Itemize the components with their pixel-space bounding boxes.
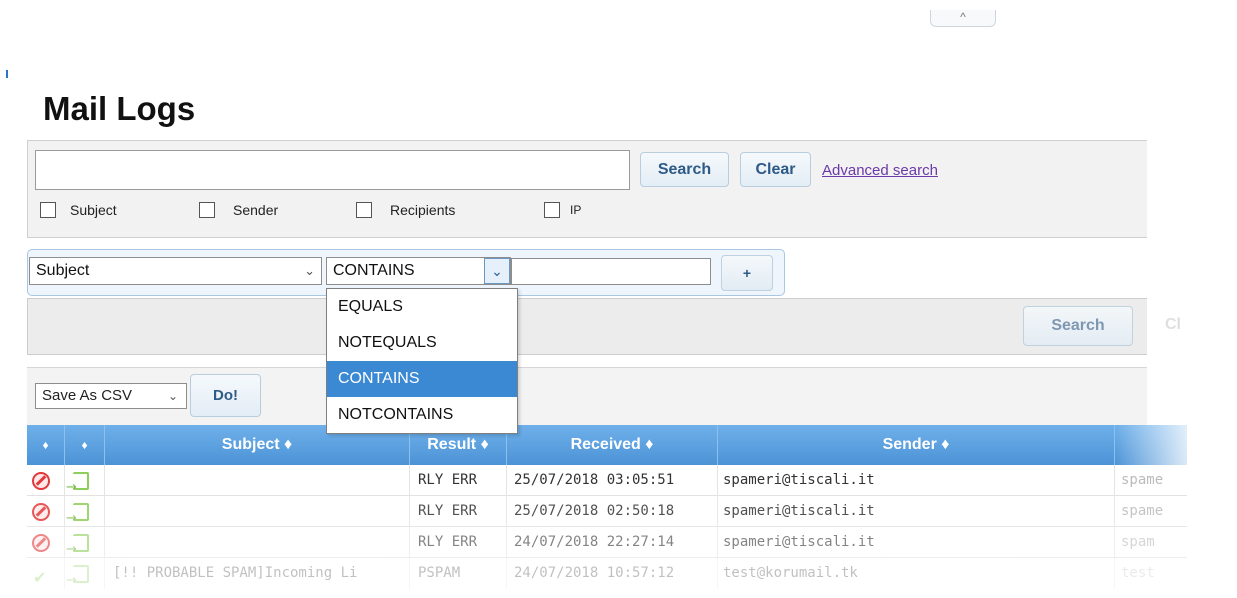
table-row[interactable]: RLY ERR 24/07/2018 22:27:14 spameri@tisc… [27,527,1187,558]
status-cell [27,465,65,496]
subject-cell: [!! PROBABLE SPAM]Incoming Li [105,558,410,589]
sender-cell: test@korumail.tk [718,558,1115,589]
checkbox-recipients-box[interactable] [356,202,372,218]
block-icon [32,534,50,552]
direction-cell [65,465,105,496]
recipient-cell: spame [1121,503,1164,519]
recipient-cell: spam [1121,534,1155,550]
dropdown-option-notcontains[interactable]: NOTCONTAINS [327,397,517,433]
subject-cell [105,465,410,496]
filter-operator-value: CONTAINS [333,262,415,279]
subject-cell [105,496,410,527]
collapse-panel-tab[interactable]: ^ [930,10,996,27]
incoming-icon [66,565,89,589]
column-header-direction[interactable]: ♦ [65,425,105,465]
checkbox-recipients[interactable]: Recipients [356,200,455,220]
advanced-clear-button[interactable]: Cl [1165,316,1181,334]
direction-cell [65,527,105,558]
mail-log-table: ♦ ♦ Subject ♦ Result ♦ Received ♦ Sender… [27,425,1187,589]
checkbox-sender-box[interactable] [199,202,215,218]
add-filter-button[interactable]: + [721,255,773,291]
check-icon: ✔ [33,568,47,587]
table-row[interactable]: ✔ [!! PROBABLE SPAM]Incoming Li PSPAM 24… [27,558,1187,589]
checkbox-ip-label: IP [570,203,582,217]
incoming-icon [66,503,89,527]
checkbox-sender[interactable]: Sender [199,200,278,220]
direction-cell [65,496,105,527]
column-header-received[interactable]: Received ♦ [507,425,718,465]
sender-cell: spameri@tiscali.it [718,527,1115,558]
filter-field-value: Subject [36,262,90,279]
advanced-search-button[interactable]: Search [1023,306,1133,346]
recipient-cell: spame [1121,472,1164,488]
dropdown-option-equals[interactable]: EQUALS [327,289,517,325]
table-header: ♦ ♦ Subject ♦ Result ♦ Received ♦ Sender… [27,425,1187,465]
export-format-select[interactable]: Save As CSV ⌄ [35,383,187,409]
checkbox-recipients-label: Recipients [390,202,456,218]
direction-cell [65,558,105,589]
recipient-cell: test [1121,565,1155,581]
checkbox-ip[interactable]: IP [544,200,581,220]
dropdown-option-notequals[interactable]: NOTEQUALS [327,325,517,361]
received-cell: 25/07/2018 03:05:51 [507,465,718,496]
received-cell: 25/07/2018 02:50:18 [507,496,718,527]
filter-field-select[interactable]: Subject ⌄ [29,257,322,285]
advanced-search-link[interactable]: Advanced search [822,162,938,179]
column-header-status[interactable]: ♦ [27,425,65,465]
sender-cell: spameri@tiscali.it [718,496,1115,527]
result-cell: PSPAM [410,558,507,589]
block-icon [32,503,50,521]
table-row[interactable]: RLY ERR 25/07/2018 03:05:51 spameri@tisc… [27,465,1187,496]
block-icon [32,472,50,490]
export-format-value: Save As CSV [42,387,133,404]
advanced-search-panel [27,298,1147,355]
status-cell: ✔ [27,558,65,589]
incoming-icon [66,472,89,496]
page-edge-marker [6,70,8,78]
chevron-down-icon: ⌄ [167,389,178,403]
clear-button[interactable]: Clear [740,152,811,187]
dropdown-option-contains[interactable]: CONTAINS [327,361,517,397]
result-cell: RLY ERR [410,465,507,496]
checkbox-subject-box[interactable] [40,202,56,218]
received-cell: 24/07/2018 10:57:12 [507,558,718,589]
checkbox-subject-label: Subject [70,202,117,218]
filter-value-input[interactable] [511,258,711,285]
page-title: Mail Logs [43,90,196,127]
subject-cell [105,527,410,558]
chevron-down-icon[interactable]: ⌄ [484,258,510,284]
search-input[interactable] [35,150,630,190]
result-cell: RLY ERR [410,496,507,527]
table-row[interactable]: RLY ERR 25/07/2018 02:50:18 spameri@tisc… [27,496,1187,527]
received-cell: 24/07/2018 22:27:14 [507,527,718,558]
sender-cell: spameri@tiscali.it [718,465,1115,496]
column-header-recipient[interactable] [1115,425,1187,465]
checkbox-ip-box[interactable] [544,202,560,218]
checkbox-sender-label: Sender [233,202,279,218]
result-cell: RLY ERR [410,527,507,558]
search-button[interactable]: Search [640,152,729,187]
column-header-sender[interactable]: Sender ♦ [718,425,1115,465]
checkbox-subject[interactable]: Subject [40,200,117,220]
incoming-icon [66,534,89,558]
chevron-down-icon: ⌄ [304,263,315,278]
status-cell [27,527,65,558]
export-do-button[interactable]: Do! [190,374,261,417]
operator-dropdown-list: EQUALS NOTEQUALS CONTAINS NOTCONTAINS [326,288,518,434]
status-cell [27,496,65,527]
